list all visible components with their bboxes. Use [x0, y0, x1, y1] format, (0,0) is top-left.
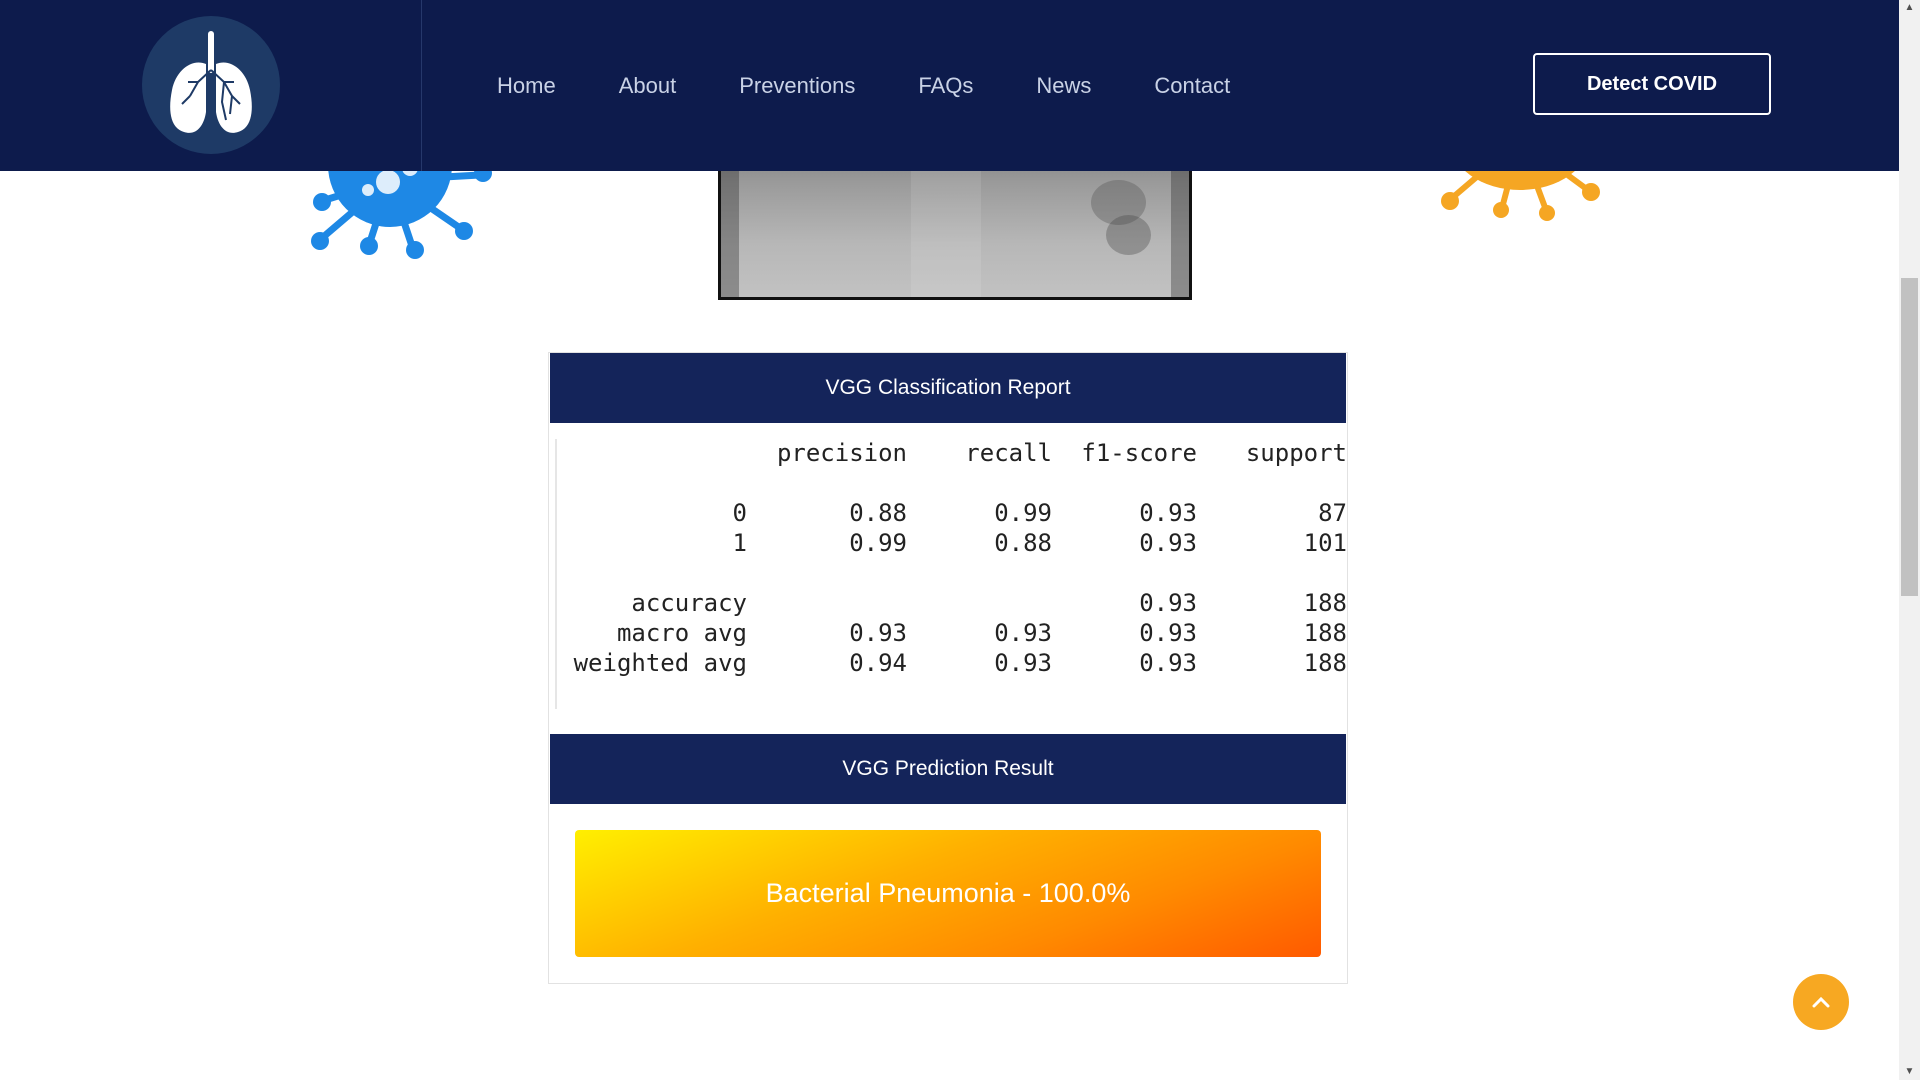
support-value: 101 [1303, 529, 1347, 557]
row-label: 0 [732, 499, 747, 527]
main-nav: Home About Preventions FAQs News Contact [497, 0, 1293, 171]
xray-shadow [1106, 215, 1151, 255]
recall-value: 0.93 [994, 649, 1052, 677]
report-row: 1 0.99 0.88 0.93 101 [557, 529, 1347, 559]
header-precision: precision [776, 439, 907, 467]
nav-faqs-link[interactable]: FAQs [918, 73, 973, 99]
report-row: 0 0.88 0.99 0.93 87 [557, 499, 1347, 529]
row-label: weighted avg [573, 649, 747, 677]
nav-preventions-link[interactable]: Preventions [739, 73, 855, 99]
scroll-down-arrow-icon[interactable]: ▼ [1899, 1064, 1920, 1080]
f1-score-value: 0.93 [1139, 619, 1197, 647]
scrollbar-thumb[interactable] [1901, 278, 1918, 596]
chevron-up-icon [1812, 996, 1830, 1008]
row-label: 1 [732, 529, 747, 557]
header-recall: recall [965, 439, 1052, 467]
prediction-result-text: Bacterial Pneumonia - 100.0% [765, 878, 1131, 908]
recall-value: 0.93 [994, 619, 1052, 647]
recall-value: 0.88 [994, 529, 1052, 557]
page-scrollbar[interactable]: ▲ ▼ [1899, 0, 1920, 1080]
nav-divider [421, 0, 422, 171]
nav-news-link[interactable]: News [1036, 73, 1091, 99]
precision-value: 0.93 [849, 619, 907, 647]
precision-value: 0.88 [849, 499, 907, 527]
prediction-result-banner: Bacterial Pneumonia - 100.0% [575, 830, 1321, 957]
support-value: 188 [1303, 619, 1347, 647]
scroll-up-arrow-icon[interactable]: ▲ [1899, 0, 1920, 16]
navbar: Home About Preventions FAQs News Contact… [0, 0, 1899, 171]
f1-score-value: 0.93 [1139, 649, 1197, 677]
support-value: 87 [1318, 499, 1347, 527]
support-value: 188 [1303, 649, 1347, 677]
precision-value: 0.99 [849, 529, 907, 557]
classification-report-title: VGG Classification Report [550, 353, 1346, 423]
nav-home-link[interactable]: Home [497, 73, 556, 99]
header-support: support [1245, 439, 1347, 467]
lungs-icon [170, 31, 252, 133]
report-header-row: precision recall f1-score support [557, 439, 1347, 469]
vgg-report-card: VGG Classification Report precision reca… [548, 352, 1348, 984]
support-value: 188 [1303, 589, 1347, 617]
row-label: macro avg [616, 619, 747, 647]
f1-score-value: 0.93 [1139, 529, 1197, 557]
f1-score-value: 0.93 [1139, 589, 1197, 617]
recall-value: 0.99 [994, 499, 1052, 527]
nav-about-link[interactable]: About [619, 73, 677, 99]
report-row: macro avg 0.93 0.93 0.93 188 [557, 619, 1347, 649]
back-to-top-button[interactable] [1793, 974, 1849, 1030]
report-row: accuracy 0.93 188 [557, 589, 1347, 619]
f1-score-value: 0.93 [1139, 499, 1197, 527]
classification-report-table: precision recall f1-score support 0 0.88… [555, 439, 1347, 709]
precision-value: 0.94 [849, 649, 907, 677]
row-label: accuracy [631, 589, 747, 617]
nav-contact-link[interactable]: Contact [1154, 73, 1230, 99]
prediction-result-title: VGG Prediction Result [550, 734, 1346, 804]
site-logo[interactable] [142, 16, 280, 154]
header-f1-score: f1-score [1081, 439, 1197, 467]
detect-covid-button[interactable]: Detect COVID [1533, 53, 1771, 115]
report-row: weighted avg 0.94 0.93 0.93 188 [557, 649, 1347, 679]
